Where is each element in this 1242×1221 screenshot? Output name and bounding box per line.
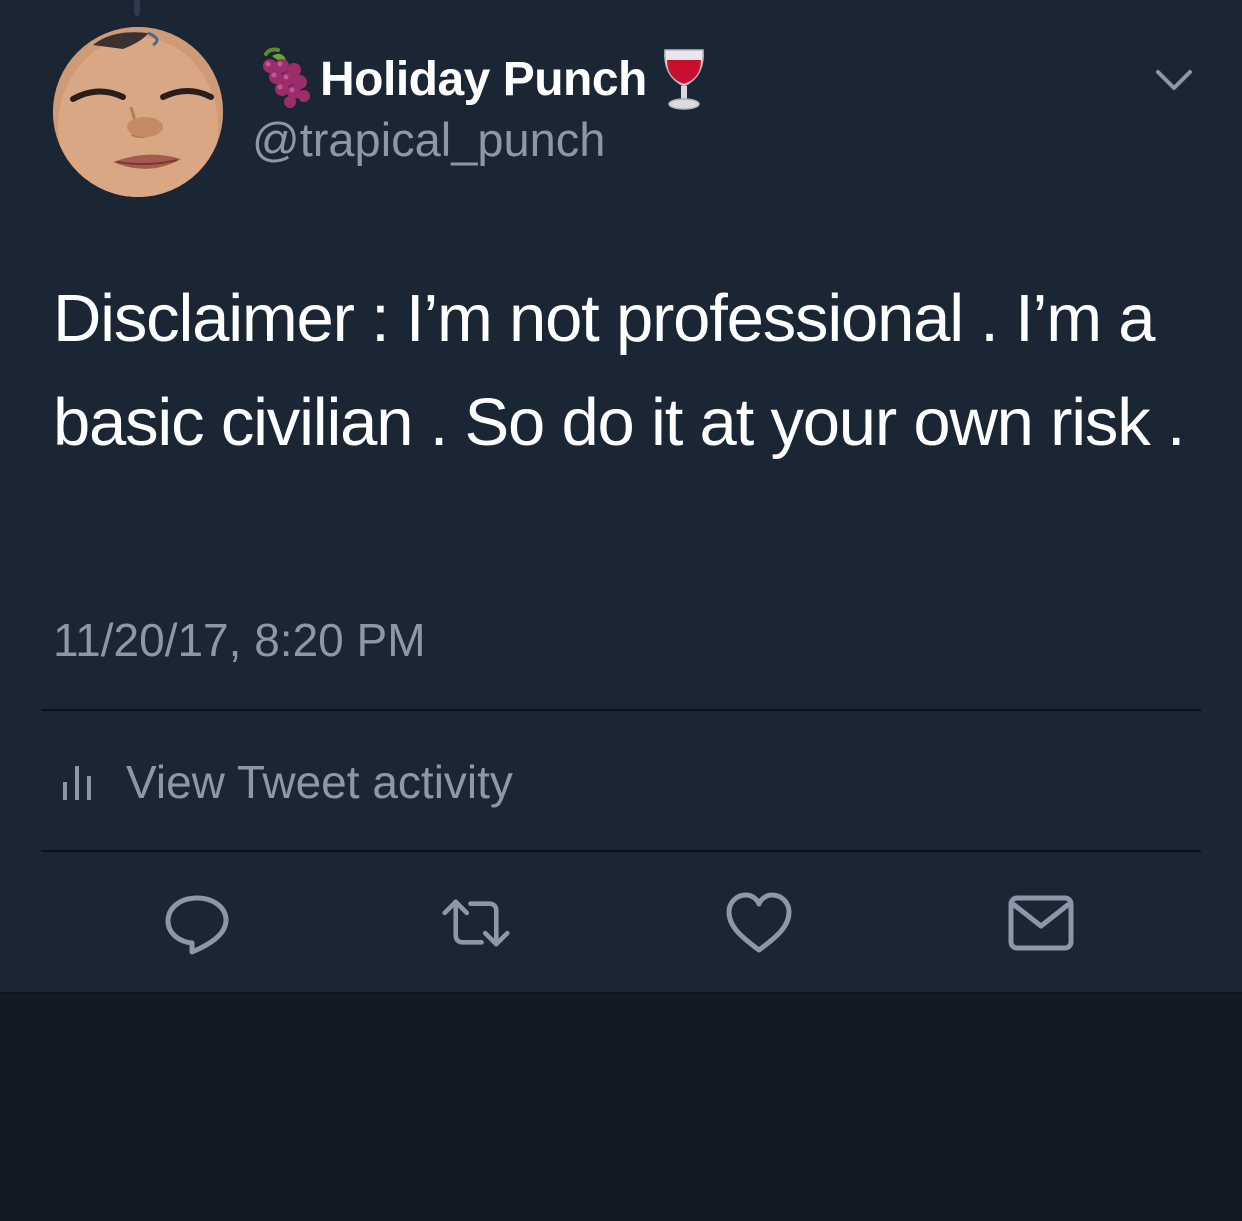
- tweet-timestamp: 11/20/17, 8:20 PM: [53, 614, 426, 666]
- tweet-text: Disclaimer : I’m not professional . I’m …: [53, 281, 1186, 460]
- grapes-icon: [263, 47, 310, 108]
- heart-icon[interactable]: [724, 890, 794, 956]
- mail-icon[interactable]: [1006, 890, 1076, 956]
- author-name-row[interactable]: Holiday Punch: [252, 44, 717, 114]
- wine-glass-icon: [663, 49, 704, 110]
- display-name: Holiday Punch: [320, 52, 647, 106]
- divider: [41, 709, 1201, 711]
- empty-area: [0, 994, 1242, 1221]
- tweet-card: Holiday Punch @trapical_punch Disclaimer…: [0, 0, 1242, 994]
- bar-chart-icon: [63, 766, 91, 800]
- author-handle[interactable]: @trapical_punch: [252, 112, 605, 167]
- avatar-photo: [53, 27, 223, 197]
- chevron-down-icon[interactable]: [1152, 62, 1196, 98]
- divider: [41, 850, 1201, 852]
- view-tweet-activity-button[interactable]: View Tweet activity: [60, 752, 513, 812]
- view-tweet-activity-label: View Tweet activity: [126, 756, 513, 808]
- retweet-icon[interactable]: [441, 890, 511, 956]
- reply-icon[interactable]: [162, 890, 232, 956]
- avatar[interactable]: [53, 27, 223, 197]
- thread-line: [134, 0, 140, 16]
